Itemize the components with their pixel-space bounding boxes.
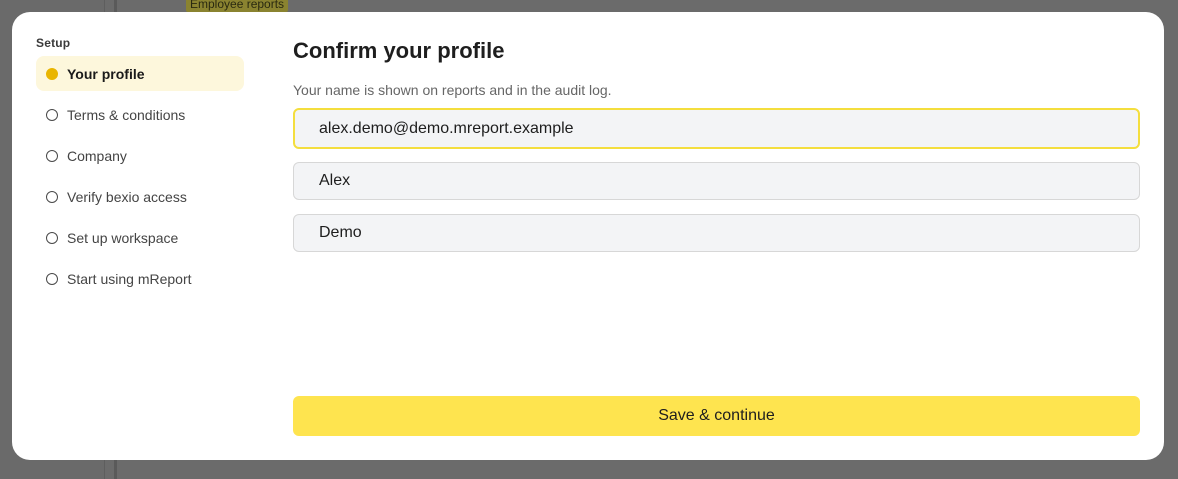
step-circle-icon xyxy=(46,108,58,121)
step-verify-bexio-access[interactable]: Verify bexio access xyxy=(36,179,244,214)
page-title: Confirm your profile xyxy=(293,38,505,63)
step-label: Company xyxy=(67,147,127,164)
step-circle-icon xyxy=(46,149,58,162)
background-tag: Employee reports xyxy=(186,0,289,12)
step-circle-icon xyxy=(46,190,58,203)
step-label: Terms & conditions xyxy=(67,106,186,123)
step-label: Verify bexio access xyxy=(67,188,187,205)
step-terms-conditions[interactable]: Terms & conditions xyxy=(36,97,244,132)
step-label: Start using mReport xyxy=(67,270,192,287)
first-name-field[interactable] xyxy=(293,162,1140,200)
step-label: Set up workspace xyxy=(67,229,179,246)
email-field[interactable] xyxy=(293,108,1140,149)
profile-form: Confirm your profile Your name is shown … xyxy=(293,36,1140,436)
setup-modal: Setup Your profile Terms & conditions Co… xyxy=(12,12,1164,460)
step-set-up-workspace[interactable]: Set up workspace xyxy=(36,220,244,255)
step-company[interactable]: Company xyxy=(36,138,244,173)
page-subtitle: Your name is shown on reports and in the… xyxy=(293,82,612,98)
step-start-using-mreport[interactable]: Start using mReport xyxy=(36,261,244,296)
step-label: Your profile xyxy=(67,65,145,82)
step-circle-icon xyxy=(46,272,58,285)
save-continue-button[interactable]: Save & continue xyxy=(293,396,1140,436)
last-name-field[interactable] xyxy=(293,214,1140,252)
step-circle-icon xyxy=(46,231,58,244)
setup-steps-sidebar: Setup Your profile Terms & conditions Co… xyxy=(36,36,244,302)
active-step-dot-icon xyxy=(46,67,58,80)
setup-heading: Setup xyxy=(36,36,71,50)
step-your-profile[interactable]: Your profile xyxy=(36,56,244,91)
